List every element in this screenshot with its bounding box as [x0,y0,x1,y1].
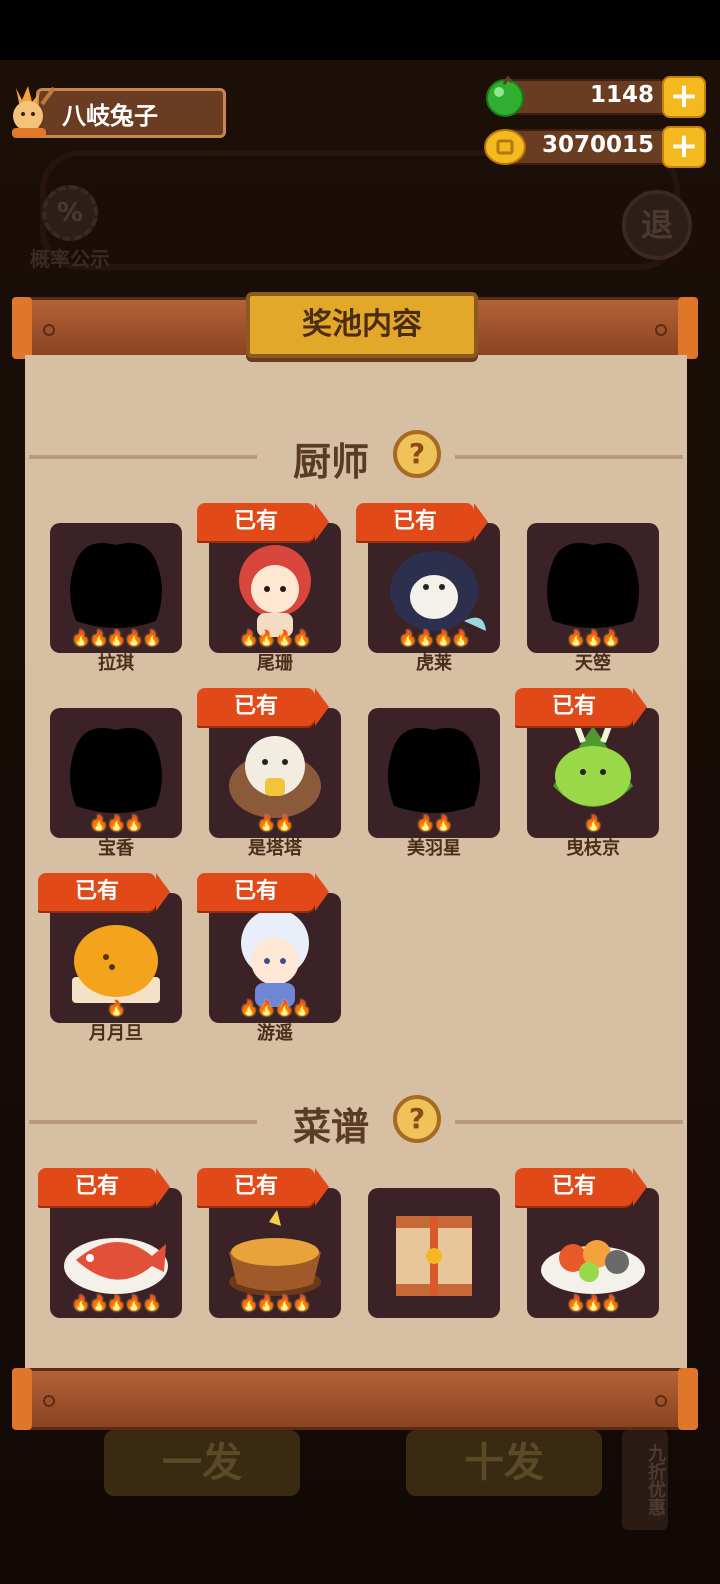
clay-pot-icon [229,1210,321,1296]
single-draw-button[interactable]: 一发 [104,1430,300,1496]
flame-rating-icon: 🔥🔥🔥🔥 [398,629,471,647]
red-hair-girl-icon [239,545,311,637]
chef-card[interactable]: 🔥🔥美羽星已有 [368,708,500,860]
card-name: 尾珊 [257,653,293,674]
card-name: 虎莱 [416,653,452,674]
card-name: 宝香 [98,838,134,859]
owned-badge: 已有 [197,1168,329,1206]
silhouette-icon [388,728,480,813]
green-orb-icon [486,76,524,117]
chef-card[interactable]: 🔥 月月旦 已有 [38,873,182,1045]
owned-badge: 已有 [197,688,329,726]
recipe-help-button[interactable]: ? [393,1095,441,1143]
flame-rating-icon: 🔥🔥🔥🔥 [239,1294,312,1312]
chef-section-title: 厨师 [293,440,370,484]
recipe-card[interactable]: 🔥🔥🔥🔥🔥 已有 [38,1168,182,1340]
flame-rating-icon: 🔥🔥🔥 [89,814,143,832]
recipe-section-header: 菜谱 ? [25,1092,687,1149]
scroll-icon [396,1216,472,1296]
seafood-plate-icon [541,1240,645,1294]
probability-button[interactable]: % 概率公示 [20,185,120,272]
panel-title-plaque: 奖池内容 [246,292,478,358]
jade-value: 1148 [589,82,654,108]
chef-card[interactable]: 🔥🔥🔥🔥 游遥 已有 [197,873,341,1045]
chef-card[interactable]: 🔥🔥🔥🔥 尾珊 已有 [197,503,341,675]
player-badge[interactable]: 八岐兔子 [6,84,226,140]
chef-card[interactable]: 🔥 曳枝京 已有 [515,688,659,860]
bunny-chef-avatar-icon [12,86,56,138]
flame-rating-icon: 🔥🔥🔥🔥 [239,999,312,1017]
chef-help-button[interactable]: ? [393,430,441,478]
owned-badge: 已有 [197,503,329,541]
probability-label: 概率公示 [30,247,110,271]
chef-card[interactable]: 🔥🔥🔥天箜已有 [527,523,659,675]
card-name: 游遥 [257,1023,293,1044]
chef-card[interactable]: 🔥🔥🔥🔥🔥拉琪已有 [50,523,182,675]
card-name: 曳枝京 [566,838,620,859]
owned-badge: 已有 [197,873,329,911]
flame-rating-icon: 🔥🔥 [416,814,452,832]
flame-rating-icon: 🔥🔥 [257,814,293,832]
owned-badge: 已有 [515,688,647,726]
silhouette-icon [70,543,162,628]
coin-value: 3070015 [541,132,654,158]
zongzi-icon [553,724,633,807]
seal-icon [229,736,321,818]
percent-gear-icon: % [42,185,98,241]
flame-rating-icon: 🔥 [584,814,603,832]
scroll-bottom-rod [12,1368,698,1430]
player-name: 八岐兔子 [62,102,158,130]
owned-badge: 已有 [515,1168,647,1206]
card-name: 月月旦 [89,1023,143,1044]
recipe-section-title: 菜谱 [293,1105,370,1149]
add-jade-button[interactable]: + [662,76,706,118]
prize-pool-panel[interactable]: 厨师 ? 🔥🔥🔥🔥🔥拉琪已有🔥🔥🔥🔥尾珊已有🔥🔥🔥🔥虎莱已有🔥🔥🔥天箜已有🔥🔥🔥… [25,355,687,1370]
discount-badge: 九折优惠 [622,1430,668,1530]
flame-rating-icon: 🔥🔥🔥 [566,1294,620,1312]
chef-section-header: 厨师 ? [25,427,687,484]
add-coin-button[interactable]: + [662,126,706,168]
panel-title: 奖池内容 [302,307,422,342]
jade-currency: 1148 + [484,76,706,118]
flame-rating-icon: 🔥🔥🔥🔥🔥 [71,1294,161,1312]
owned-badge: 已有 [38,1168,170,1206]
background-frame [40,150,680,270]
coin-currency: 3070015 + [484,126,706,168]
card-name: 是塔塔 [248,838,302,859]
fish-plate-icon [64,1238,168,1294]
chef-card[interactable]: 🔥🔥🔥宝香已有 [50,708,182,860]
card-name: 天箜 [575,653,611,674]
flame-rating-icon: 🔥🔥🔥 [566,629,620,647]
owned-badge: 已有 [38,873,170,911]
recipe-card[interactable]: 已有 [368,1188,500,1340]
silhouette-icon [70,728,162,813]
recipe-card[interactable]: 🔥🔥🔥🔥 已有 [197,1168,341,1340]
recipe-card[interactable]: 🔥🔥🔥 已有 [515,1168,659,1340]
exit-button[interactable]: 退 [622,190,692,260]
chef-card[interactable]: 🔥🔥 是塔塔 已有 [197,688,341,860]
owned-badge: 已有 [356,503,488,541]
flame-rating-icon: 🔥 [107,999,126,1017]
ten-draw-button[interactable]: 十发 [406,1430,602,1496]
flame-rating-icon: 🔥🔥🔥🔥 [239,629,312,647]
cloud-boy-icon [241,909,309,1007]
gold-coin-icon [484,129,526,165]
card-name: 拉琪 [98,653,134,674]
orca-icon [390,551,486,631]
silhouette-icon [547,543,639,628]
card-name: 美羽星 [407,838,461,859]
pudding-icon [72,925,160,1003]
chef-card[interactable]: 🔥🔥🔥🔥 虎莱 已有 [356,503,500,675]
flame-rating-icon: 🔥🔥🔥🔥🔥 [71,629,161,647]
